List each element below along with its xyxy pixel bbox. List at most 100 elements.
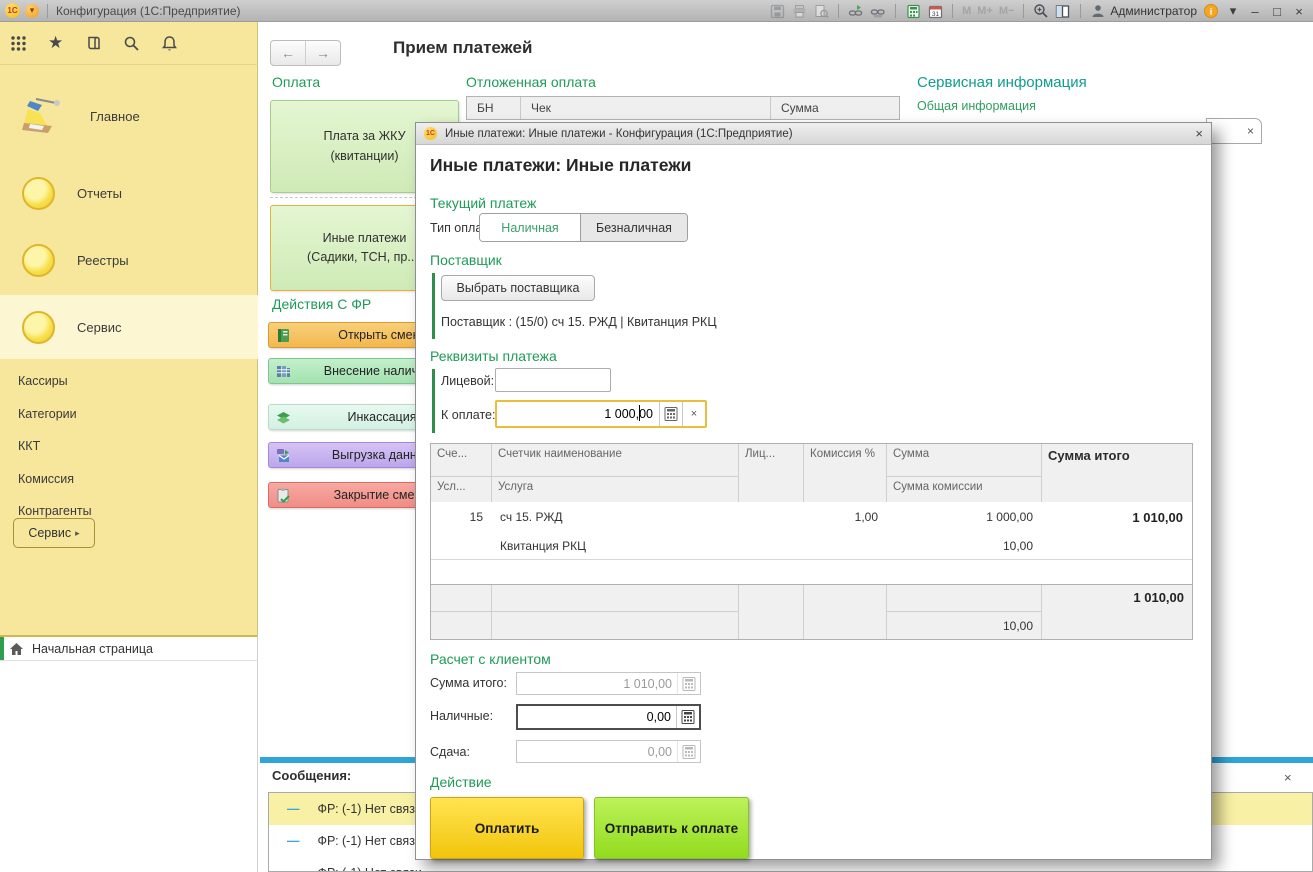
footer-cell — [492, 612, 739, 639]
dialog-close-button[interactable]: × — [1195, 126, 1203, 141]
service-submenu-button[interactable]: Сервис ▸ — [13, 518, 95, 548]
message-text: ФР: (-1) Нет связи — [318, 834, 422, 848]
footer-cell — [804, 585, 887, 639]
dialog-logo-icon: 1С — [424, 127, 437, 140]
memory-recall-button[interactable]: M — [962, 5, 971, 17]
messages-close-icon[interactable]: × — [1284, 770, 1292, 785]
export-mail-icon — [275, 447, 292, 464]
sidebar-item-glavnoe[interactable]: Главное — [0, 80, 258, 152]
footer-cell — [887, 585, 1042, 612]
col-header-lic[interactable]: Лиц... — [739, 444, 804, 502]
back-button[interactable]: ← — [271, 41, 306, 65]
amount-input[interactable]: 1 000,00 — [497, 407, 659, 421]
sidebar-link-kategorii[interactable]: Категории — [0, 407, 258, 421]
minimize-button[interactable]: – — [1247, 4, 1263, 19]
main-menu-icon[interactable]: ▾ — [25, 4, 39, 18]
print-icon[interactable] — [791, 3, 807, 19]
sidebar-item-otchety[interactable]: Отчеты — [0, 162, 258, 224]
zoom-icon[interactable] — [1033, 3, 1049, 19]
window-titlebar: 1С ▾ Конфигурация (1С:Предприятие) 31 M … — [0, 0, 1313, 22]
section-circle-icon — [22, 177, 55, 210]
sidebar-item-label: Реестры — [77, 253, 129, 268]
calendar-icon[interactable]: 31 — [927, 3, 943, 19]
memory-subtract-button[interactable]: M− — [999, 5, 1015, 17]
sidebar-item-reestry[interactable]: Реестры — [0, 229, 258, 291]
page-title: Прием платежей — [393, 38, 532, 58]
forward-button[interactable]: → — [306, 41, 340, 65]
table-row[interactable]: Квитанция РКЦ 10,00 — [431, 532, 1192, 559]
col-header-sche[interactable]: Сче... — [431, 444, 492, 477]
col-header-commission-sum[interactable]: Сумма комиссии — [887, 477, 1042, 502]
user-menu[interactable]: Администратор — [1090, 3, 1197, 19]
history-icon[interactable] — [85, 35, 101, 51]
column-header-summa[interactable]: Сумма — [771, 97, 899, 119]
left-panel-empty-area — [0, 661, 258, 872]
calculator-icon — [677, 673, 700, 694]
choose-supplier-button[interactable]: Выбрать поставщика — [441, 275, 595, 301]
col-header-usluga[interactable]: Услуга — [492, 477, 739, 502]
app-logo-icon[interactable]: 1С — [5, 3, 20, 18]
column-header-chek[interactable]: Чек — [521, 97, 771, 119]
calculator-icon[interactable] — [905, 3, 921, 19]
payment-type-cashless[interactable]: Безналичная — [581, 214, 687, 241]
table-empty-row[interactable] — [431, 559, 1192, 581]
client-calc-header: Расчет с клиентом — [430, 651, 551, 667]
favorites-star-icon[interactable]: ★ — [48, 33, 63, 53]
pay-button[interactable]: Оплатить — [430, 797, 584, 859]
amount-calculator-icon[interactable] — [659, 402, 682, 426]
column-header-bn[interactable]: БН — [467, 97, 521, 119]
table-row[interactable]: 15 сч 15. РЖД 1,00 1 000,00 1 010,00 — [431, 502, 1192, 532]
cell-counter-name: сч 15. РЖД — [492, 502, 739, 532]
col-header-sum[interactable]: Сумма — [887, 444, 1042, 477]
send-to-payment-button[interactable]: Отправить к оплате — [594, 797, 749, 859]
sidebar-link-komissiya[interactable]: Комиссия — [0, 472, 258, 486]
home-page-bar[interactable]: Начальная страница — [0, 635, 258, 661]
cell-service-name: Квитанция РКЦ — [492, 532, 739, 559]
nav-history-group: ← → — [270, 40, 341, 66]
section-circle-icon — [22, 244, 55, 277]
general-info-link[interactable]: Общая информация — [917, 99, 1036, 113]
col-header-counter-name[interactable]: Счетчик наименование — [492, 444, 739, 477]
home-icon — [8, 641, 24, 657]
sidebar-link-kassiry[interactable]: Кассиры — [0, 374, 258, 388]
payment-type-cash[interactable]: Наличная — [480, 214, 581, 241]
amount-clear-icon[interactable]: × — [682, 402, 705, 426]
change-input: 0,00 — [516, 740, 701, 763]
book-icon — [275, 327, 292, 344]
sidebar-link-kontragenty[interactable]: Контрагенты — [0, 504, 258, 518]
print-preview-icon[interactable] — [813, 3, 829, 19]
supplier-header: Поставщик — [430, 252, 502, 268]
save-icon[interactable] — [769, 3, 785, 19]
calculator-icon — [677, 741, 700, 762]
cell-total: 1 010,00 — [1042, 502, 1192, 532]
split-view-icon[interactable] — [1055, 3, 1071, 19]
tab-close-icon[interactable]: × — [1247, 124, 1254, 138]
search-icon[interactable] — [123, 35, 139, 51]
maximize-button[interactable]: □ — [1269, 4, 1285, 19]
sidebar-link-kkt[interactable]: ККТ — [0, 439, 258, 453]
col-header-usl[interactable]: Усл... — [431, 477, 492, 502]
current-payment-header: Текущий платеж — [430, 195, 536, 211]
section-circle-icon — [22, 311, 55, 344]
go-to-link-icon[interactable] — [870, 3, 886, 19]
divider — [895, 4, 896, 18]
col-header-total[interactable]: Сумма итого — [1042, 444, 1192, 502]
all-functions-grid-icon[interactable] — [10, 35, 26, 51]
text-caret — [639, 405, 640, 421]
info-icon[interactable]: i — [1203, 3, 1219, 19]
oplata-section-header: Оплата — [272, 74, 320, 90]
footer-cell — [431, 585, 492, 612]
active-tab-indicator — [0, 637, 4, 660]
sidebar-item-servis[interactable]: Сервис — [0, 295, 258, 359]
col-header-commission-pct[interactable]: Комиссия % — [804, 444, 887, 502]
desk-lamp-icon — [22, 93, 68, 140]
notifications-bell-icon[interactable] — [161, 35, 177, 51]
cash-input[interactable]: 0,00 — [516, 704, 701, 730]
account-input[interactable] — [495, 368, 611, 392]
sidebar-toolbar: ★ — [0, 22, 258, 65]
get-link-icon[interactable] — [848, 3, 864, 19]
calculator-icon[interactable] — [676, 706, 699, 728]
memory-add-button[interactable]: M+ — [977, 5, 993, 17]
close-button[interactable]: × — [1291, 4, 1307, 19]
chevron-down-icon[interactable]: ▾ — [1225, 3, 1241, 19]
